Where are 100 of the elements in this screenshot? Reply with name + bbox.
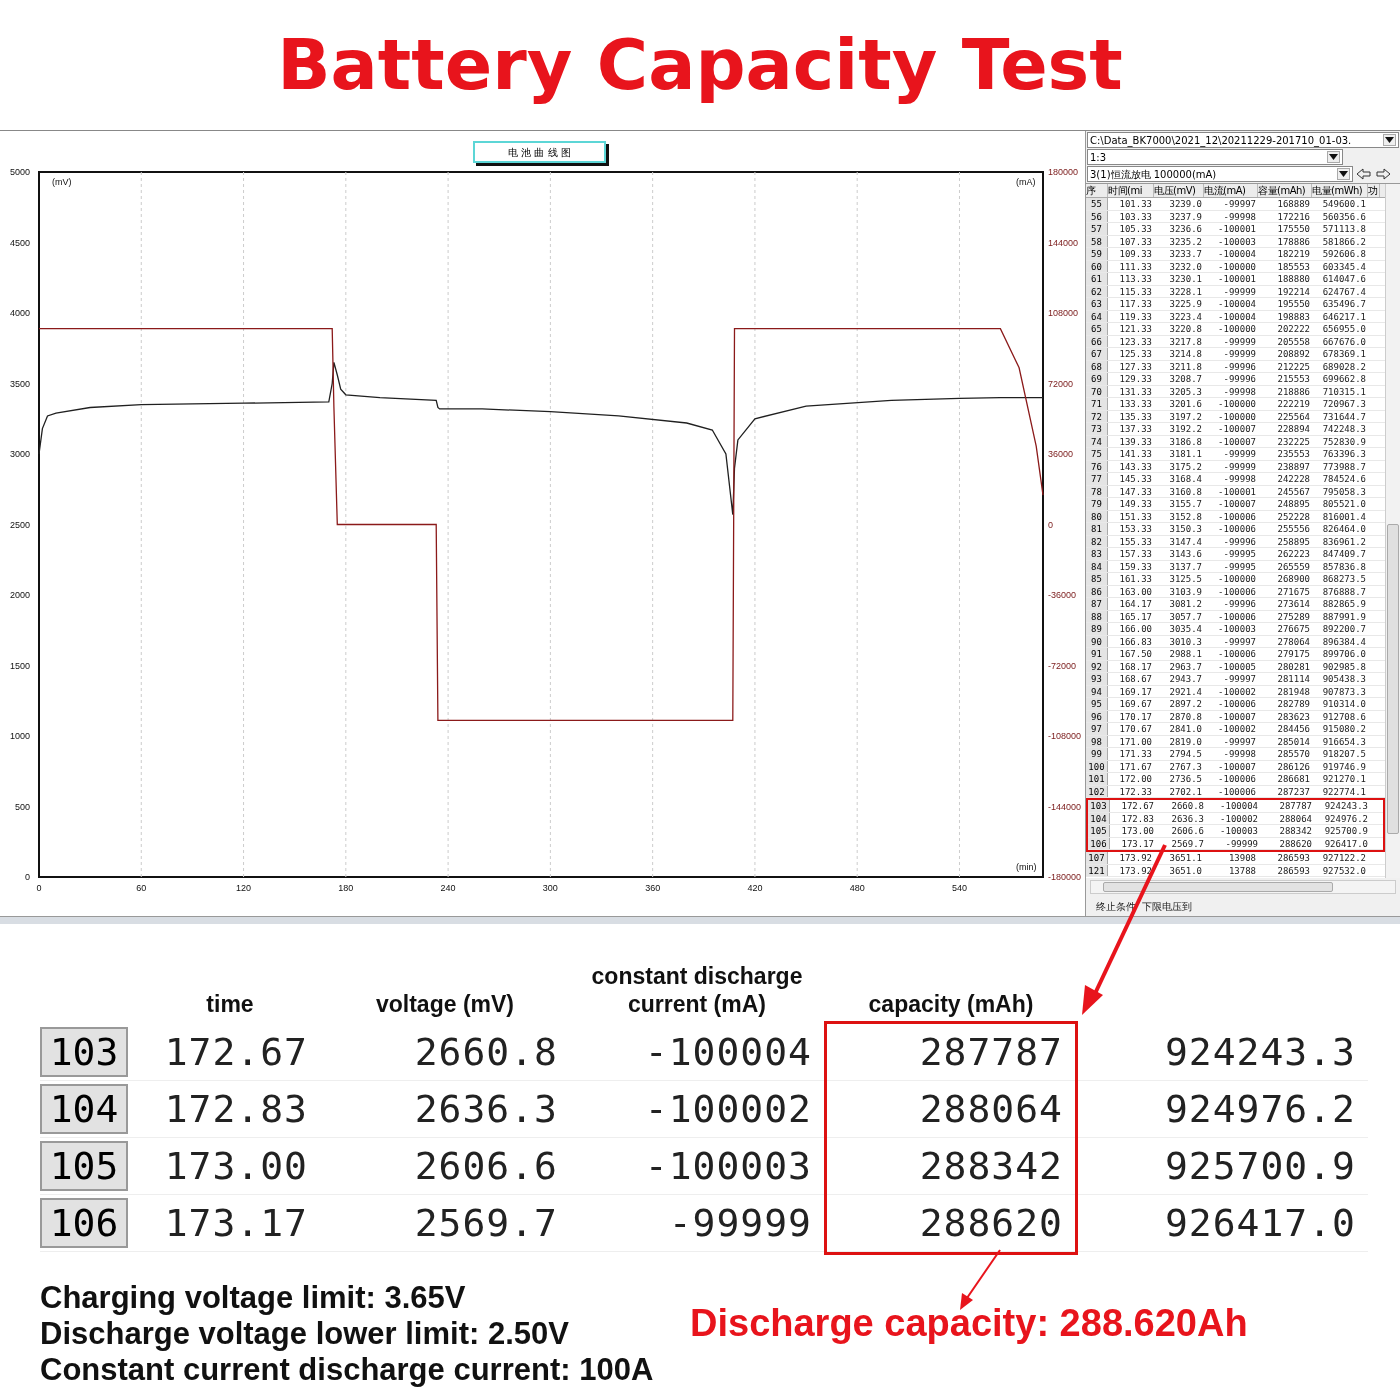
group-dropdown[interactable]: 1:3 <box>1087 149 1343 165</box>
table-cell-text: 178886 <box>1276 235 1311 247</box>
table-cell-text: -100002 <box>644 1085 812 1133</box>
tick-label: -180000 <box>1048 872 1082 882</box>
column-header[interactable]: 电压(mV) <box>1154 184 1204 197</box>
column-header[interactable]: 电流(mA) <box>1204 184 1258 197</box>
table-cell-text: 689028.2 <box>1321 360 1367 372</box>
footer-label: 下限电压到 <box>1142 899 1192 914</box>
table-cell-text: 121.33 <box>1118 323 1153 335</box>
tick-label: -36000 <box>1048 590 1077 600</box>
spec-note: Constant current discharge current: 100A <box>40 1352 655 1388</box>
column-header[interactable]: 时间(mi <box>1108 184 1154 197</box>
table-cell-text: 2819.0 <box>1168 735 1203 747</box>
column-header: time <box>205 990 255 1018</box>
table-cell-text: -100003 <box>644 1142 812 1190</box>
table-cell-text: 3175.2 <box>1168 460 1203 472</box>
table-cell-text: 926417.0 <box>1164 1199 1356 1247</box>
path-dropdown[interactable]: C:\Data_BK7000\2021_12\20211229-201710_01-03. <box>1087 132 1399 148</box>
table-cell-text: 222219 <box>1276 398 1311 410</box>
table-cell-text: 3150.3 <box>1168 523 1203 535</box>
table-cell-text: 2636.3 <box>414 1085 558 1133</box>
scrollbar[interactable] <box>1090 880 1396 894</box>
table-cell-text: 215553 <box>1276 373 1311 385</box>
table-cell-text: 3197.2 <box>1168 410 1203 422</box>
table-cell-text: 3651.0 <box>1168 864 1203 876</box>
row-number: 77 <box>1086 473 1108 485</box>
table-cell-text: 165.17 <box>1118 610 1153 622</box>
table-cell-text: 710315.1 <box>1321 385 1367 397</box>
table-cell-text: 603345.4 <box>1321 260 1367 272</box>
table-cell-text: 925700.9 <box>1323 825 1369 837</box>
column-header[interactable]: 电量(mWh) <box>1312 184 1368 197</box>
step-dropdown[interactable]: 3(1)恒流放电 100000(mA) <box>1087 166 1353 182</box>
table-cell-text: 288064 <box>1278 812 1313 824</box>
table-cell-text: 915080.2 <box>1321 723 1367 735</box>
column-header[interactable]: 容量(mAh) <box>1258 184 1312 197</box>
row-number: 81 <box>1086 523 1108 535</box>
table-cell-text: 847409.7 <box>1321 548 1367 560</box>
table-cell-text: 3081.2 <box>1168 598 1203 610</box>
table-cell-text: 816001.4 <box>1321 510 1367 522</box>
table-cell-text: -99998 <box>1222 385 1257 397</box>
table-cell-text: 635496.7 <box>1321 298 1367 310</box>
table-cell-text: 646217.1 <box>1321 310 1367 322</box>
table-cell-text: 13908 <box>1227 852 1257 864</box>
tick-label: 300 <box>542 883 558 893</box>
table-cell-text: 3235.2 <box>1168 235 1203 247</box>
column-header[interactable]: 序 <box>1086 184 1108 197</box>
table-cell-text: 153.33 <box>1118 523 1153 535</box>
table-cell-text: 3057.7 <box>1168 610 1203 622</box>
table-cell-text: 173.00 <box>164 1142 308 1190</box>
table-cell-text: 925700.9 <box>1164 1142 1356 1190</box>
table-cell-text: -100007 <box>1217 423 1257 435</box>
table-cell-text: 117.33 <box>1118 298 1153 310</box>
tick-label: -108000 <box>1048 731 1082 741</box>
table-cell-text: 185553 <box>1276 260 1311 272</box>
table-cell-text: 129.33 <box>1118 373 1153 385</box>
table-cell-text: 699662.8 <box>1321 373 1367 385</box>
table-cell-text: 899706.0 <box>1321 648 1367 660</box>
table-cell-text: 3103.9 <box>1168 585 1203 597</box>
row-number: 61 <box>1086 273 1108 285</box>
table-cell-text: 252228 <box>1276 510 1311 522</box>
table-cell-text: 882865.9 <box>1321 598 1367 610</box>
table-cell-text: 228894 <box>1276 423 1311 435</box>
table-cell-text: 3125.5 <box>1168 573 1203 585</box>
result-text: Discharge capacity: 288.620Ah <box>690 1301 1248 1346</box>
tick-label: 3000 <box>9 449 30 459</box>
table-cell-text: 3201.6 <box>1168 398 1203 410</box>
table-cell-text: 151.33 <box>1118 510 1153 522</box>
table-cell-text: 919746.9 <box>1321 760 1367 772</box>
table-cell-text: 763396.3 <box>1321 448 1367 460</box>
table-cell-text: 286681 <box>1276 773 1311 785</box>
table-cell-text: 202222 <box>1276 323 1311 335</box>
unit-label: (mA) <box>1016 177 1036 187</box>
chart-title-button[interactable]: 电 池 曲 线 图 <box>473 141 606 163</box>
table-cell-text: 173.92 <box>1118 864 1153 876</box>
row-number: 71 <box>1086 398 1108 410</box>
table-cell-text: 235553 <box>1276 448 1311 460</box>
tick-label: 0 <box>25 872 30 882</box>
column-header[interactable]: 功 <box>1368 184 1380 197</box>
scrollbar[interactable] <box>1385 184 1400 878</box>
table-cell-text: 3237.9 <box>1168 210 1203 222</box>
table-cell-text: 2921.4 <box>1168 685 1203 697</box>
forward-arrow-icon[interactable] <box>1375 167 1391 181</box>
table-cell-text: 281948 <box>1276 685 1311 697</box>
table-cell-text: 255556 <box>1276 523 1311 535</box>
table-cell-text: 857836.8 <box>1321 560 1367 572</box>
row-number: 93 <box>1086 673 1108 685</box>
row-number: 105 <box>40 1141 128 1191</box>
back-arrow-icon[interactable] <box>1356 167 1372 181</box>
table-cell-text: 119.33 <box>1118 310 1153 322</box>
table-cell-text: -100001 <box>1217 485 1257 497</box>
table-cell-text: 2897.2 <box>1168 698 1203 710</box>
table-cell-text: -100000 <box>1217 398 1257 410</box>
table-cell-text: -100004 <box>1217 248 1257 260</box>
table-cell-text: 2943.7 <box>1168 673 1203 685</box>
table-cell-text: 166.83 <box>1118 635 1153 647</box>
table-cell-text: 592606.8 <box>1321 248 1367 260</box>
tick-label: -144000 <box>1048 801 1082 812</box>
table-cell-text: 173.17 <box>1120 837 1155 849</box>
table-cell-text: 109.33 <box>1118 248 1153 260</box>
tick-label: 4000 <box>9 308 30 318</box>
